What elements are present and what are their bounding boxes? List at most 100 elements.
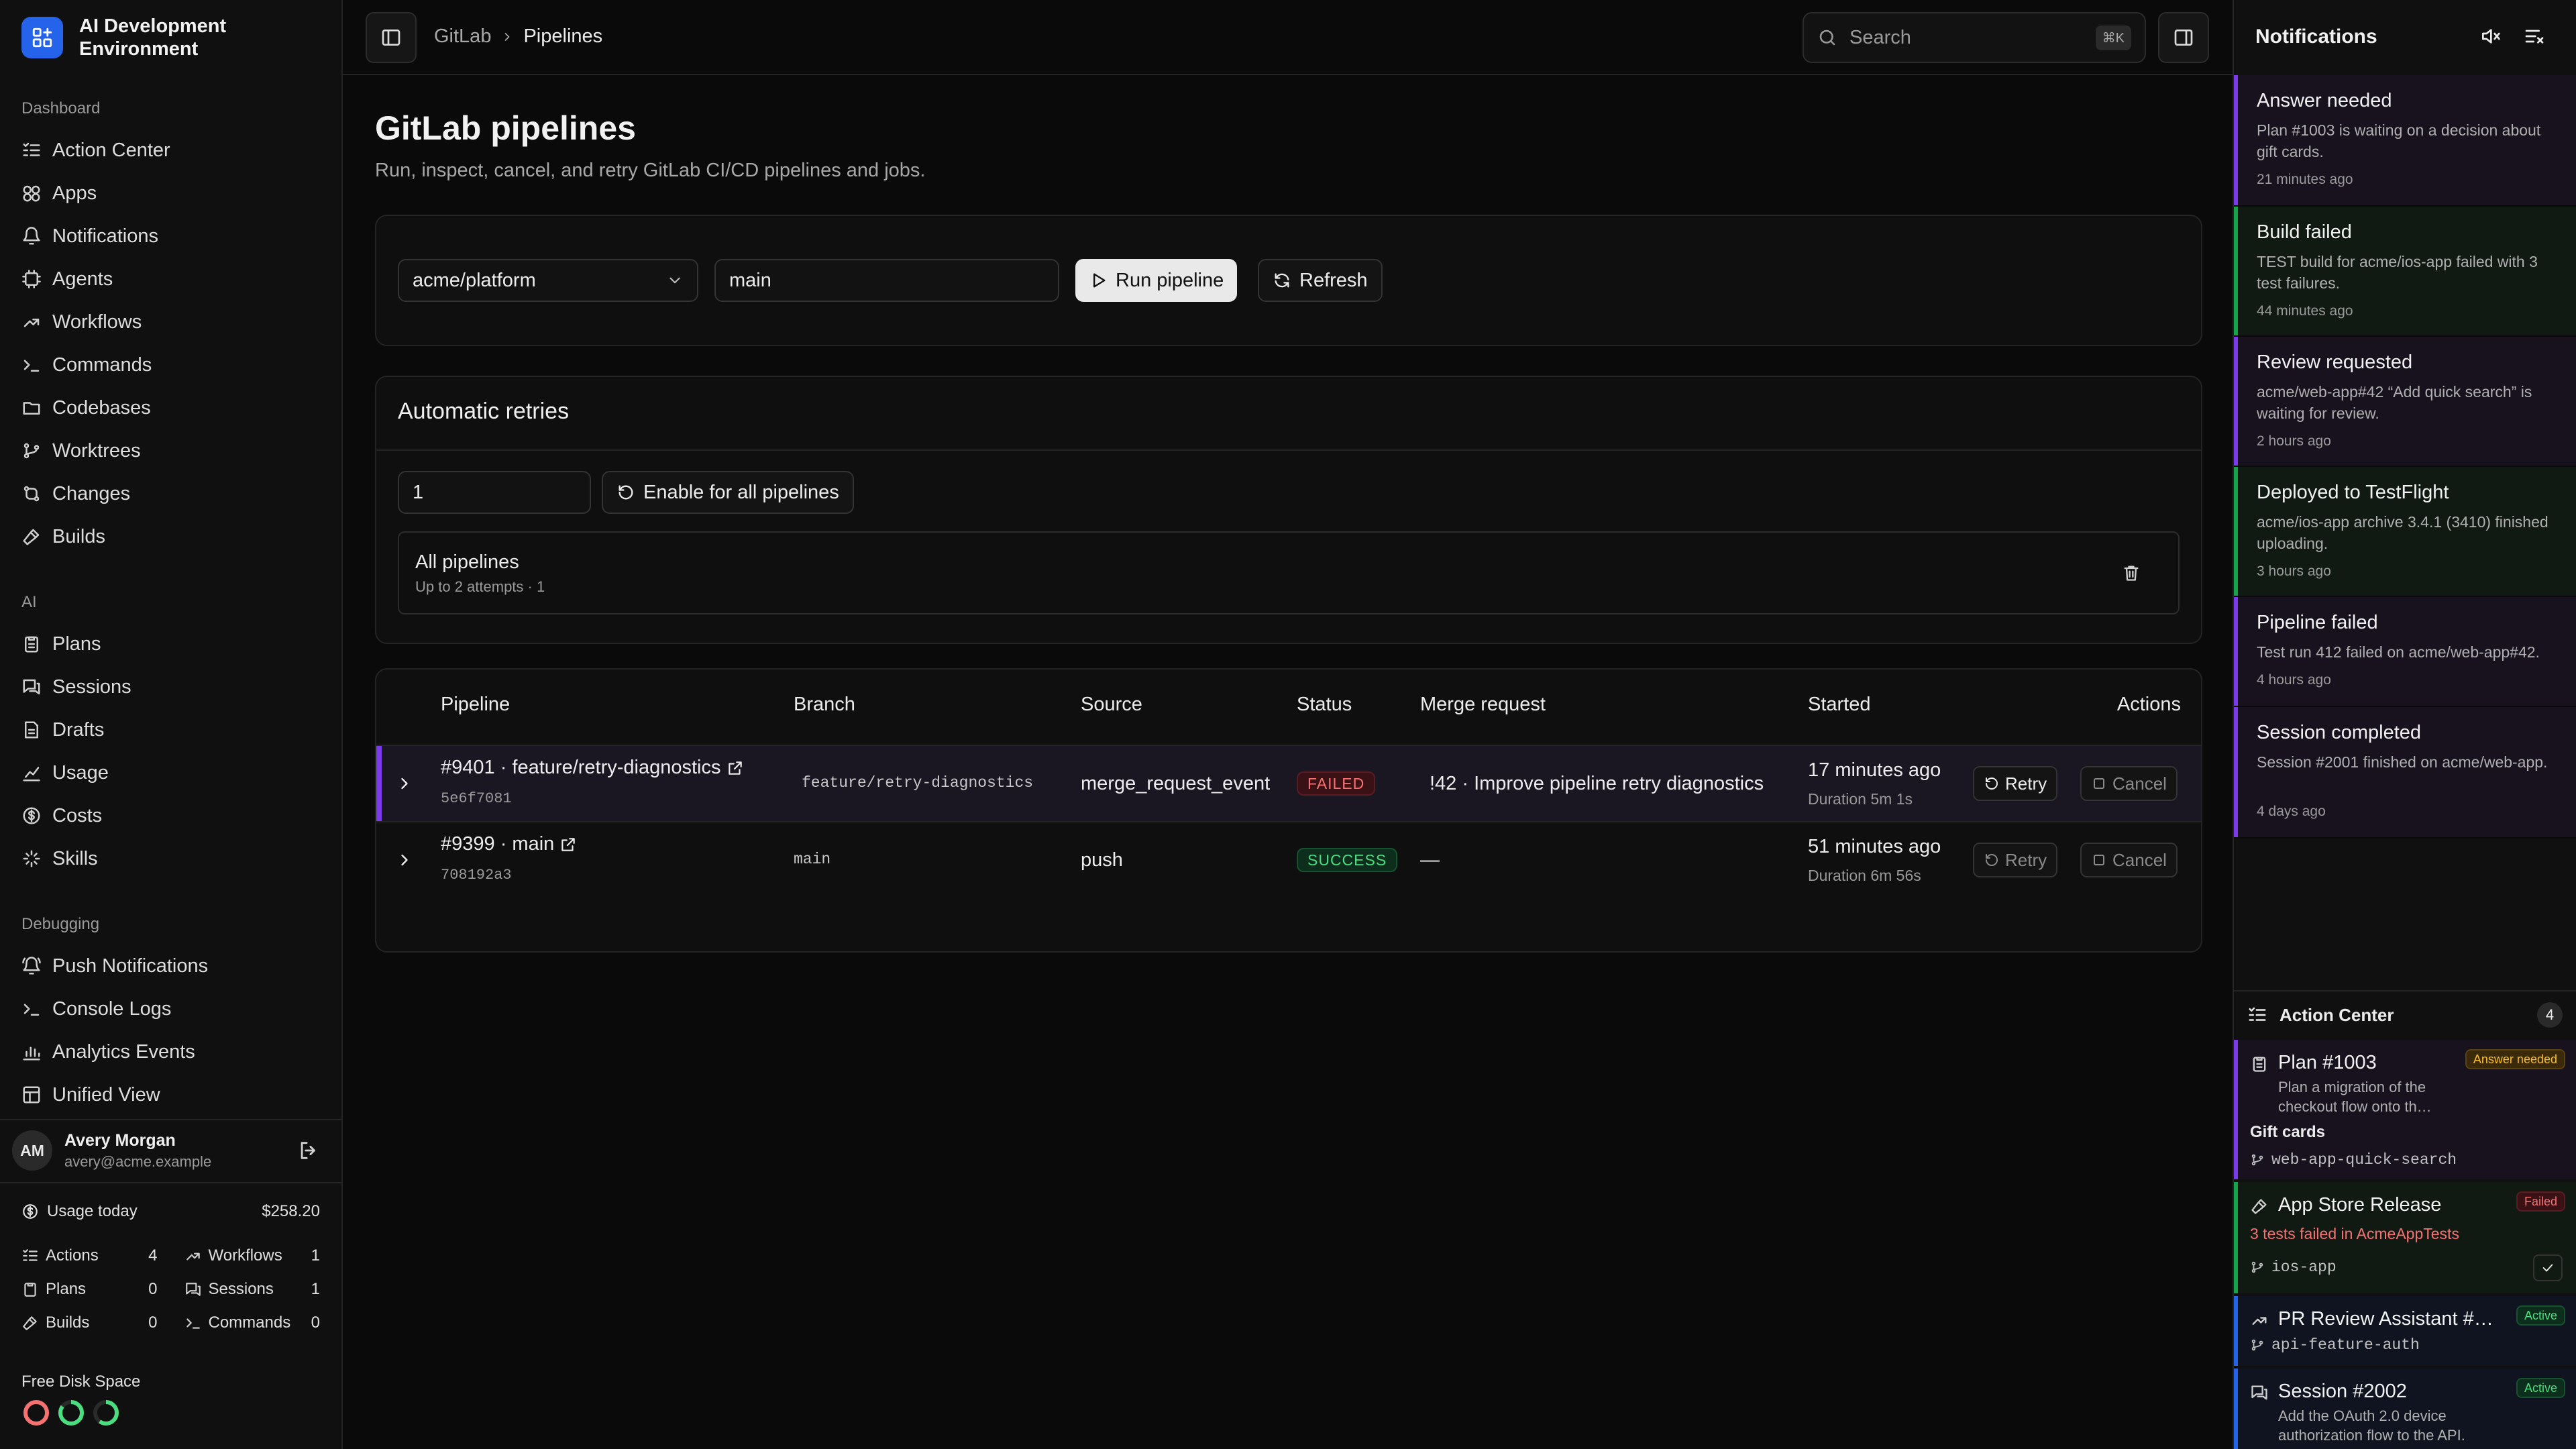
nav-codebases[interactable]: Codebases — [21, 389, 328, 427]
table-row[interactable]: #9399 · main 708192a3 main push SUCCESS … — [376, 821, 2201, 898]
nav-label: Action Center — [52, 139, 170, 161]
logout-icon[interactable] — [297, 1139, 320, 1162]
search-input[interactable]: Search ⌘K — [1803, 12, 2146, 63]
nav-label: Usage — [52, 761, 109, 784]
toggle-sidebar-button[interactable] — [366, 12, 417, 63]
topbar: GitLab Pipelines Search ⌘K — [343, 0, 2233, 75]
retry-attempts-input[interactable]: 1 — [398, 471, 591, 514]
nav-sessions[interactable]: Sessions — [21, 668, 328, 706]
clipboard-icon — [2253, 1057, 2266, 1072]
sparkle-icon — [23, 850, 40, 867]
chat-icon — [23, 679, 40, 695]
trash-icon[interactable] — [2122, 564, 2141, 582]
disk-ring — [23, 1400, 49, 1426]
notification-item[interactable]: Pipeline failed Test run 412 failed on a… — [2234, 597, 2576, 707]
draft-icon — [25, 721, 38, 739]
chevron-right-icon[interactable] — [395, 851, 414, 869]
action-card[interactable]: Session #2002 Active Add the OAuth 2.0 d… — [2234, 1368, 2576, 1449]
project-select[interactable]: acme/platform — [398, 259, 698, 302]
toggle-panel-button[interactable] — [2158, 12, 2209, 63]
page-title: GitLab pipelines — [375, 109, 636, 147]
mute-icon[interactable] — [2479, 25, 2501, 47]
disk-space-label: Free Disk Space — [21, 1373, 141, 1391]
nav-worktrees[interactable]: Worktrees — [21, 432, 328, 470]
stat-sessions: Sessions 1 — [184, 1280, 320, 1299]
branch-name: ios-app — [2271, 1258, 2337, 1276]
notification-desc: TEST build for acme/ios-app failed with … — [2257, 253, 2538, 292]
ref-input[interactable]: main — [714, 259, 1059, 302]
disk-ring — [58, 1400, 84, 1426]
nav-console-logs[interactable]: Console Logs — [21, 990, 328, 1028]
enable-all-label: Enable for all pipelines — [643, 481, 839, 503]
column-header-started: Started — [1808, 694, 1871, 715]
cancel-button[interactable]: Cancel — [2080, 766, 2178, 801]
nav-unified-view[interactable]: Unified View — [21, 1076, 328, 1114]
nav-costs[interactable]: Costs — [21, 797, 328, 835]
agent-icon — [22, 270, 41, 288]
action-card[interactable]: Plan #1003 Answer needed Plan a migratio… — [2234, 1040, 2576, 1179]
nav-push-notifications[interactable]: Push Notifications — [21, 947, 328, 985]
clear-all-icon[interactable] — [2524, 25, 2545, 47]
action-center-header[interactable]: Action Center 4 — [2234, 990, 2576, 1038]
hammer-icon — [23, 1316, 37, 1330]
nav-skills[interactable]: Skills — [21, 840, 328, 877]
nav-notifications[interactable]: Notifications — [21, 217, 328, 255]
notification-item[interactable]: Build failed TEST build for acme/ios-app… — [2234, 207, 2576, 337]
started-time: 17 minutes ago — [1808, 759, 1941, 781]
notification-title: Answer needed — [2257, 90, 2392, 111]
pipeline-link[interactable]: #9399 · main — [441, 833, 577, 855]
notification-item[interactable]: Session completed Session #2001 finished… — [2234, 707, 2576, 839]
user-profile[interactable]: AM Avery Morgan avery@acme.example — [0, 1119, 341, 1181]
square-icon — [2094, 778, 2104, 789]
nav-usage[interactable]: Usage — [21, 754, 328, 792]
usage-today-value: $258.20 — [262, 1202, 320, 1220]
nav-plans[interactable]: Plans — [21, 625, 328, 663]
search-icon — [1819, 30, 1835, 46]
action-title: Session #2002 — [2278, 1381, 2407, 1402]
pipelines-table: Pipeline Branch Source Status Merge requ… — [375, 668, 2202, 953]
retry-icon — [619, 485, 633, 500]
notifications-title: Notifications — [2255, 25, 2377, 48]
notification-title: Deployed to TestFlight — [2257, 482, 2449, 503]
enable-all-pipelines-button[interactable]: Enable for all pipelines — [602, 471, 854, 514]
table-row[interactable]: #9401 · feature/retry-diagnostics 5e6f70… — [376, 745, 2201, 821]
cancel-button[interactable]: Cancel — [2080, 843, 2178, 877]
chevron-right-icon[interactable] — [395, 774, 414, 793]
refresh-button[interactable]: Refresh — [1258, 259, 1383, 302]
nav-builds[interactable]: Builds — [21, 518, 328, 555]
nav-analytics-events[interactable]: Analytics Events — [21, 1033, 328, 1071]
retry-button[interactable]: Retry — [1973, 766, 2058, 801]
pipeline-link[interactable]: #9401 · feature/retry-diagnostics — [441, 757, 744, 779]
stat-value: 1 — [311, 1280, 320, 1298]
chat-icon — [2251, 1385, 2267, 1400]
nav-drafts[interactable]: Drafts — [21, 711, 328, 749]
notification-item[interactable]: Deployed to TestFlight acme/ios-app arch… — [2234, 467, 2576, 597]
nav-apps[interactable]: Apps — [21, 174, 328, 212]
notification-item[interactable]: Answer needed Plan #1003 is waiting on a… — [2234, 75, 2576, 207]
branch-name: api-feature-auth — [2271, 1336, 2420, 1354]
automatic-retries-title: Automatic retries — [398, 398, 570, 424]
breadcrumb-gitlab[interactable]: GitLab — [434, 25, 491, 48]
nav-label: Apps — [52, 182, 97, 204]
notification-desc: Plan #1003 is waiting on a decision abou… — [2257, 121, 2541, 160]
nav-action-center[interactable]: Action Center — [21, 131, 328, 169]
merge-request-link[interactable]: !42 · Improve pipeline retry diagnostics — [1430, 773, 1764, 795]
action-card[interactable]: App Store Release Failed 3 tests failed … — [2234, 1182, 2576, 1293]
sidebar: AI Development Environment Dashboard Act… — [0, 0, 343, 1449]
status-badge: FAILED — [1297, 771, 1376, 796]
nav-commands[interactable]: Commands — [21, 346, 328, 384]
nav-agents[interactable]: Agents — [21, 260, 328, 298]
notification-item[interactable]: Review requested acme/web-app#42 “Add qu… — [2234, 337, 2576, 467]
brand[interactable]: AI Development Environment — [21, 15, 280, 60]
git-branch-icon — [2251, 1154, 2263, 1166]
retry-button[interactable]: Retry — [1973, 843, 2058, 877]
pipeline-sha: 708192a3 — [441, 867, 512, 883]
nav-workflows[interactable]: Workflows — [21, 303, 328, 341]
action-card[interactable]: PR Review Assistant #4… Active api-featu… — [2234, 1296, 2576, 1366]
status-badge: Active — [2516, 1378, 2565, 1398]
run-pipeline-button[interactable]: Run pipeline — [1075, 259, 1238, 302]
retry-rule-item: All pipelines Up to 2 attempts · 1 — [398, 531, 2180, 614]
nav-changes[interactable]: Changes — [21, 475, 328, 513]
approve-button[interactable] — [2533, 1254, 2563, 1281]
notification-desc: Test run 412 failed on acme/web-app#42. — [2257, 643, 2540, 661]
